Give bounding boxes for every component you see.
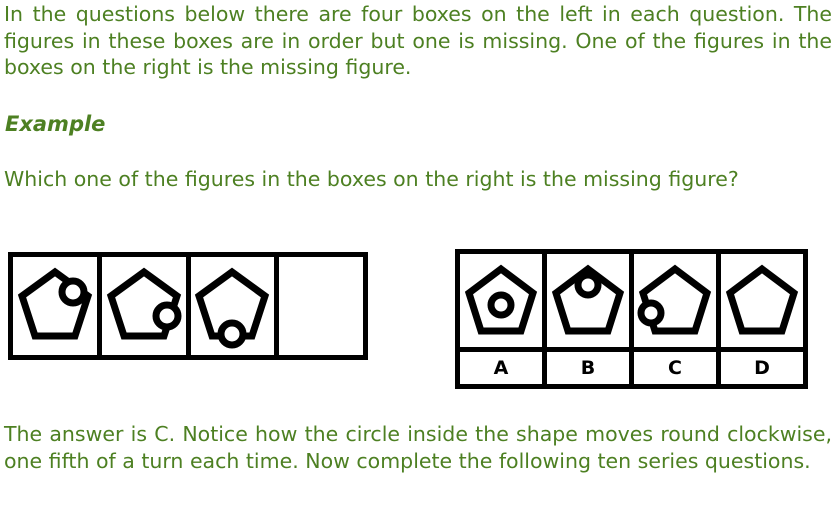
pentagon-circle-bottom-figure — [195, 267, 270, 349]
example-heading-container: Example — [5, 112, 105, 136]
answer-label-c[interactable]: C — [634, 352, 721, 384]
series-box-2 — [102, 257, 191, 355]
pentagon-circle-lower-left-figure — [637, 264, 712, 334]
pentagon-circle-top-figure — [551, 264, 625, 334]
answer-label-b[interactable]: B — [547, 352, 634, 384]
worksheet-page: In the questions below there are four bo… — [0, 0, 836, 508]
answer-labels-row: A B C D — [460, 347, 803, 384]
answer-option-a[interactable] — [460, 254, 547, 347]
series-box-4-empty — [279, 257, 363, 355]
answer-label-a[interactable]: A — [460, 352, 547, 384]
inner-circle — [574, 271, 602, 298]
inner-circle — [152, 301, 182, 331]
series-boxes-left — [8, 252, 368, 360]
pentagon-no-circle-figure — [725, 264, 799, 334]
question-paragraph: Which one of the figures in the boxes on… — [4, 167, 739, 191]
intro-paragraph-container: In the questions below there are four bo… — [4, 1, 832, 81]
inner-circle — [487, 291, 515, 318]
answer-figures-row — [460, 254, 803, 347]
intro-paragraph: In the questions below there are four bo… — [4, 2, 832, 79]
empty-figure-slot — [282, 260, 360, 352]
inner-circle — [637, 299, 665, 326]
question-paragraph-container: Which one of the figures in the boxes on… — [4, 166, 832, 193]
inner-circle — [58, 277, 88, 307]
answer-option-b[interactable] — [547, 254, 634, 347]
pentagon-circle-upper-right-figure — [17, 267, 92, 340]
pentagon-outline — [725, 264, 799, 334]
pentagon-circle-center-figure — [464, 264, 538, 334]
inner-circle — [217, 319, 247, 349]
example-heading: Example — [5, 112, 106, 136]
pentagon-circle-lower-right-figure — [106, 267, 182, 340]
answer-option-d[interactable] — [721, 254, 803, 347]
explanation-paragraph-container: The answer is C. Notice how the circle i… — [4, 421, 832, 474]
answer-option-c[interactable] — [634, 254, 721, 347]
series-box-1 — [13, 257, 102, 355]
answer-boxes-right: A B C D — [455, 249, 808, 389]
answer-label-d[interactable]: D — [721, 352, 803, 384]
series-box-3 — [191, 257, 280, 355]
explanation-paragraph: The answer is C. Notice how the circle i… — [4, 422, 832, 473]
